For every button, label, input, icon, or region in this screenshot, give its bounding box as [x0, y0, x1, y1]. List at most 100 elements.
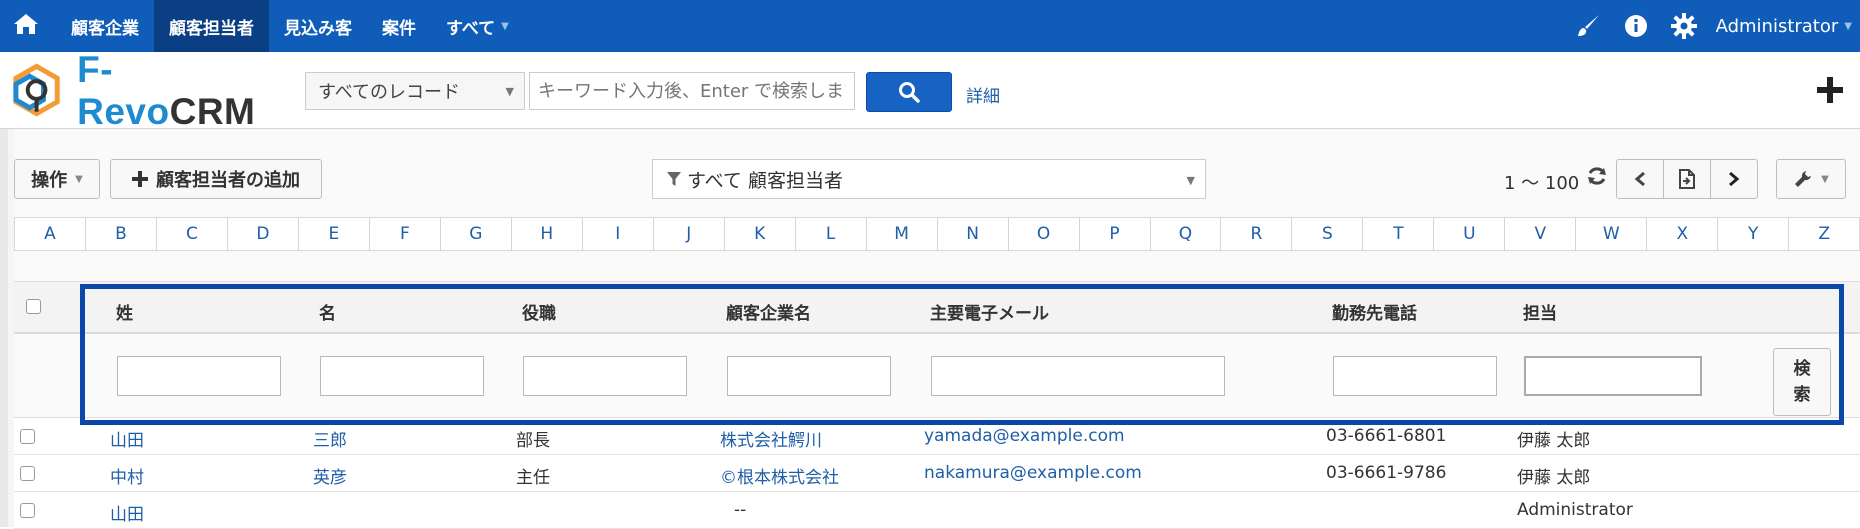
search-owner-input[interactable] [1524, 356, 1702, 396]
alpha-M[interactable]: M [867, 218, 938, 250]
nav-right: Administrator ▼ [1564, 0, 1860, 52]
col-lastname[interactable]: 姓 [116, 299, 133, 324]
search-firstname-input[interactable] [320, 356, 484, 396]
nav-accounts[interactable]: 顧客企業 [56, 0, 154, 52]
advanced-search-link[interactable]: 詳細 [966, 82, 1000, 107]
alpha-K[interactable]: K [725, 218, 796, 250]
row-checkbox[interactable] [20, 503, 35, 518]
search-title-input[interactable] [523, 356, 687, 396]
search-button[interactable] [866, 72, 952, 112]
list-filter-select[interactable]: すべて 顧客担当者 ▼ [652, 159, 1206, 199]
alpha-X[interactable]: X [1647, 218, 1719, 250]
col-title[interactable]: 役職 [522, 299, 556, 324]
alpha-G[interactable]: G [441, 218, 512, 250]
page-jump-button[interactable] [1663, 159, 1711, 199]
row-checkbox[interactable] [20, 466, 35, 481]
page-jump-icon [1679, 169, 1695, 189]
gear-icon[interactable] [1660, 0, 1708, 52]
search-phone-input[interactable] [1333, 356, 1497, 396]
refresh-icon[interactable] [1586, 165, 1610, 189]
prev-page-button[interactable] [1616, 159, 1664, 199]
alpha-B[interactable]: B [86, 218, 157, 250]
alpha-F[interactable]: F [370, 218, 441, 250]
col-email[interactable]: 主要電子メール [930, 299, 1049, 324]
contacts-table: 姓 名 役職 顧客企業名 主要電子メール 勤務先電話 担当 検 索 山田 三郎 … [14, 281, 1860, 529]
alpha-W[interactable]: W [1576, 218, 1648, 250]
user-menu[interactable]: Administrator ▼ [1708, 16, 1860, 37]
chevron-down-icon: ▼ [501, 20, 509, 32]
global-search-input[interactable] [529, 72, 855, 110]
cell-lastname[interactable]: 中村 [110, 463, 144, 488]
top-nav: 顧客企業 顧客担当者 見込み客 案件 すべて ▼ Administrator ▼ [0, 0, 1860, 52]
search-email-input[interactable] [931, 356, 1225, 396]
cell-lastname[interactable]: 山田 [110, 426, 144, 451]
filter-icon [667, 172, 681, 186]
alpha-D[interactable]: D [228, 218, 299, 250]
col-firstname[interactable]: 名 [319, 299, 336, 324]
alpha-Y[interactable]: Y [1718, 218, 1790, 250]
alpha-O[interactable]: O [1009, 218, 1080, 250]
alpha-N[interactable]: N [938, 218, 1009, 250]
alpha-U[interactable]: U [1434, 218, 1506, 250]
actions-button[interactable]: 操作 ▼ [14, 159, 100, 199]
table-row: 山田 -- Administrator [14, 492, 1860, 529]
search-account-input[interactable] [727, 356, 891, 396]
alpha-J[interactable]: J [654, 218, 725, 250]
cell-owner: 伊藤 太郎 [1517, 431, 1591, 451]
nav-all[interactable]: すべて ▼ [431, 0, 524, 52]
row-checkbox[interactable] [20, 429, 35, 444]
cell-firstname[interactable]: 英彦 [313, 463, 347, 488]
info-icon[interactable] [1612, 0, 1660, 52]
alpha-H[interactable]: H [512, 218, 583, 250]
col-phone[interactable]: 勤務先電話 [1332, 299, 1417, 324]
nav-potentials[interactable]: 案件 [367, 0, 431, 52]
alpha-E[interactable]: E [299, 218, 370, 250]
record-type-select[interactable]: すべてのレコード ▼ [305, 72, 525, 110]
quick-create-icon[interactable] [1812, 72, 1848, 108]
cell-title: 部長 [516, 431, 550, 451]
cell-owner: Administrator [1517, 500, 1633, 520]
app-logo[interactable]: F-RevoCRM [8, 49, 288, 132]
search-icon [899, 82, 920, 103]
brush-icon[interactable] [1564, 0, 1612, 52]
alpha-Z[interactable]: Z [1789, 218, 1859, 250]
logo-icon [13, 63, 60, 117]
cell-account[interactable]: ©根本株式会社 [720, 463, 839, 488]
cell-email[interactable]: yamada@example.com [924, 426, 1125, 446]
cell-email[interactable]: nakamura@example.com [924, 463, 1142, 483]
cell-lastname[interactable]: 山田 [110, 500, 144, 525]
cell-account[interactable]: 株式会社鰐川 [720, 426, 822, 451]
select-all-checkbox[interactable] [26, 299, 41, 314]
cell-title: 主任 [516, 468, 550, 488]
column-search-row: 検 索 [14, 334, 1860, 418]
page-range: 1 ～ 100 [1504, 173, 1580, 194]
alpha-C[interactable]: C [157, 218, 228, 250]
col-account[interactable]: 顧客企業名 [726, 299, 811, 324]
next-page-button[interactable] [1710, 159, 1758, 199]
column-search-button[interactable]: 検 索 [1773, 348, 1831, 416]
search-lastname-input[interactable] [117, 356, 281, 396]
alphabet-filter: A B C D E F G H I J K L M N O P Q R S T … [14, 217, 1860, 251]
home-icon[interactable] [10, 8, 42, 40]
alpha-I[interactable]: I [583, 218, 654, 250]
cell-phone: 03-6661-6801 [1326, 426, 1447, 446]
cell-firstname[interactable]: 三郎 [313, 426, 347, 451]
alpha-L[interactable]: L [796, 218, 867, 250]
nav-contacts[interactable]: 顧客担当者 [154, 0, 269, 52]
add-contact-button[interactable]: 顧客担当者の追加 [110, 159, 322, 199]
alpha-R[interactable]: R [1221, 218, 1293, 250]
list-view: 操作 ▼ 顧客担当者の追加 すべて 顧客担当者 ▼ 1 ～ 100 ▼ A B … [14, 129, 1860, 529]
content-area: 操作 ▼ 顧客担当者の追加 すべて 顧客担当者 ▼ 1 ～ 100 ▼ A B … [0, 129, 1860, 529]
alpha-V[interactable]: V [1505, 218, 1577, 250]
nav-leads[interactable]: 見込み客 [269, 0, 367, 52]
alpha-P[interactable]: P [1080, 218, 1151, 250]
col-owner[interactable]: 担当 [1523, 299, 1557, 324]
alpha-S[interactable]: S [1292, 218, 1364, 250]
alpha-T[interactable]: T [1363, 218, 1435, 250]
alpha-A[interactable]: A [15, 218, 86, 250]
table-header: 姓 名 役職 顧客企業名 主要電子メール 勤務先電話 担当 [14, 282, 1860, 334]
alpha-Q[interactable]: Q [1151, 218, 1222, 250]
wrench-icon [1795, 171, 1812, 187]
list-settings-button[interactable]: ▼ [1776, 159, 1846, 199]
sidebar-gap [0, 129, 8, 527]
